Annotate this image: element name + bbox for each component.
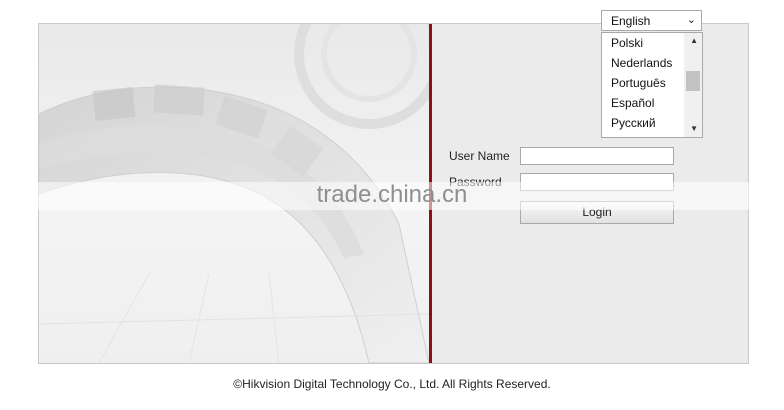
language-option[interactable]: Español: [602, 93, 691, 113]
language-select[interactable]: English ⌄: [601, 10, 702, 31]
language-option[interactable]: Polski: [602, 33, 691, 53]
copyright-footer: ©Hikvision Digital Technology Co., Ltd. …: [233, 377, 551, 391]
language-option[interactable]: Nederlands: [602, 53, 691, 73]
scroll-down-arrow-icon[interactable]: ▼: [690, 124, 698, 133]
scroll-up-arrow-icon[interactable]: ▲: [690, 36, 698, 45]
scroll-thumb[interactable]: [686, 71, 700, 91]
language-option[interactable]: Русский: [602, 113, 691, 133]
username-label: User Name: [449, 149, 510, 163]
dropdown-scrollbar[interactable]: ▲ ▼: [684, 33, 702, 137]
language-option[interactable]: Português: [602, 73, 691, 93]
language-selected-label: English: [611, 14, 651, 28]
username-input[interactable]: [520, 147, 674, 165]
language-options-list[interactable]: Polski Nederlands Português Español Русс…: [601, 32, 703, 138]
watermark-text: trade.china.cn: [316, 181, 468, 208]
chevron-down-icon: ⌄: [686, 14, 696, 26]
